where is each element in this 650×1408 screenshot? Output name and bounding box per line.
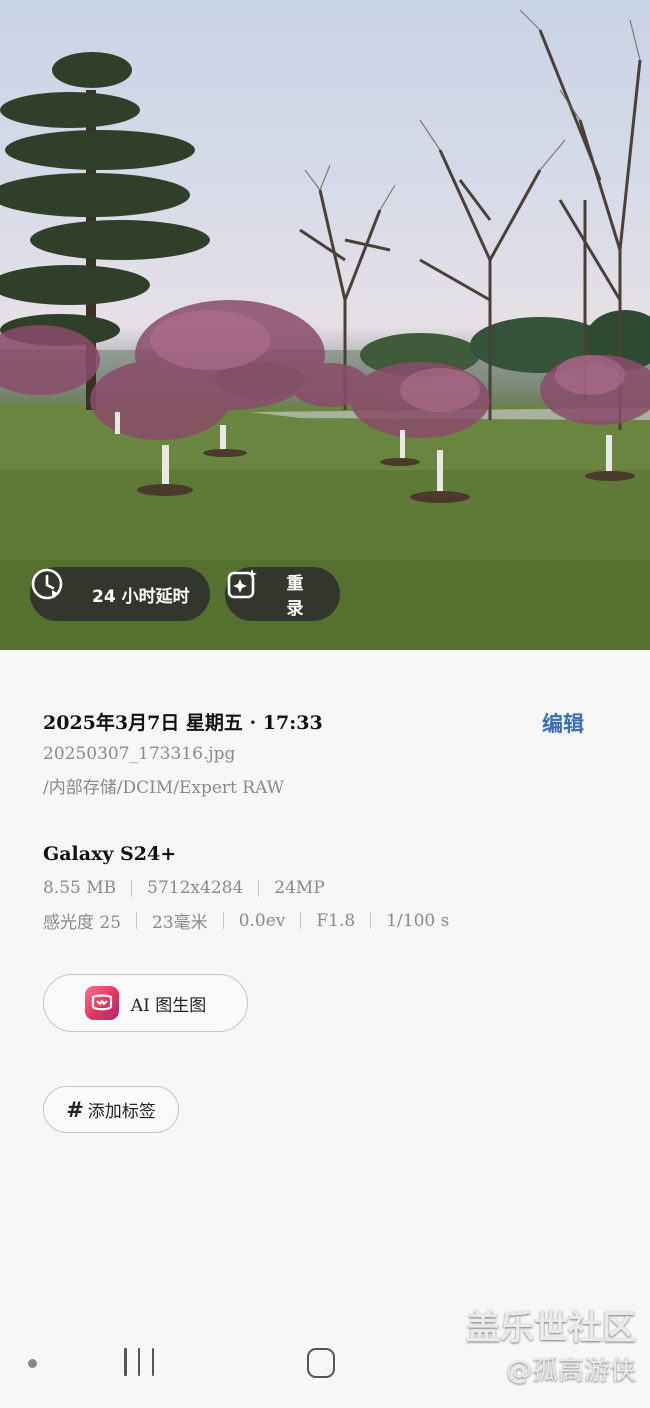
divider bbox=[136, 912, 138, 929]
megapixels: 24MP bbox=[274, 878, 325, 898]
hash-icon: # bbox=[66, 1097, 84, 1122]
add-tag-button[interactable]: # 添加标签 bbox=[43, 1086, 179, 1133]
home-icon[interactable] bbox=[307, 1348, 335, 1378]
watermark-site: 盖乐世社区 bbox=[466, 1308, 636, 1348]
retake-label: 重录 bbox=[286, 574, 304, 619]
divider bbox=[370, 912, 372, 929]
ai-app-icon bbox=[84, 986, 119, 1020]
add-tag-label: 添加标签 bbox=[87, 1102, 156, 1122]
timer-label: 24 小时延时 bbox=[92, 586, 190, 607]
aperture: F1.8 bbox=[316, 910, 356, 931]
clock-play-icon bbox=[31, 568, 82, 612]
divider bbox=[300, 912, 302, 929]
resolution: 5712x4284 bbox=[147, 878, 244, 898]
shutter-speed: 1/100 s bbox=[386, 910, 450, 931]
divider bbox=[258, 879, 260, 897]
focal-length: 23毫米 bbox=[152, 913, 208, 933]
photo-preview[interactable]: 24 小时延时 重录 bbox=[0, 0, 650, 650]
details-panel: 2025年3月7日 星期五 · 17:33 编辑 20250307_173316… bbox=[0, 650, 650, 1330]
edit-button[interactable]: 编辑 bbox=[542, 708, 584, 738]
nav-dot-icon[interactable] bbox=[28, 1359, 37, 1368]
divider bbox=[222, 912, 224, 929]
ai-image-to-image-button[interactable]: AI 图生图 bbox=[43, 974, 248, 1032]
24h-timelapse-button[interactable]: 24 小时延时 bbox=[30, 567, 210, 621]
photo-scene bbox=[0, 9, 650, 650]
watermark-author: @孤高游侠 bbox=[505, 1356, 636, 1386]
recents-icon[interactable] bbox=[124, 1348, 154, 1378]
sparkle-frame-icon bbox=[227, 569, 276, 612]
iso: 感光度 25 bbox=[43, 913, 122, 933]
exposure-value: 0.0ev bbox=[238, 910, 286, 931]
camera-meta-row: 感光度 25 23毫米 0.0ev F1.8 1/100 s bbox=[43, 908, 450, 934]
capture-datetime: 2025年3月7日 星期五 · 17:33 bbox=[43, 712, 323, 734]
file-path: /内部存储/DCIM/Expert RAW bbox=[43, 778, 285, 798]
ai-button-label: AI 图生图 bbox=[130, 995, 207, 1016]
file-size: 8.55 MB bbox=[43, 878, 117, 898]
device-name: Galaxy S24+ bbox=[43, 843, 177, 865]
divider bbox=[131, 879, 133, 897]
retake-button[interactable]: 重录 bbox=[225, 567, 340, 621]
file-meta-row: 8.55 MB 5712x4284 24MP bbox=[43, 878, 325, 898]
file-name: 20250307_173316.jpg bbox=[43, 744, 236, 764]
